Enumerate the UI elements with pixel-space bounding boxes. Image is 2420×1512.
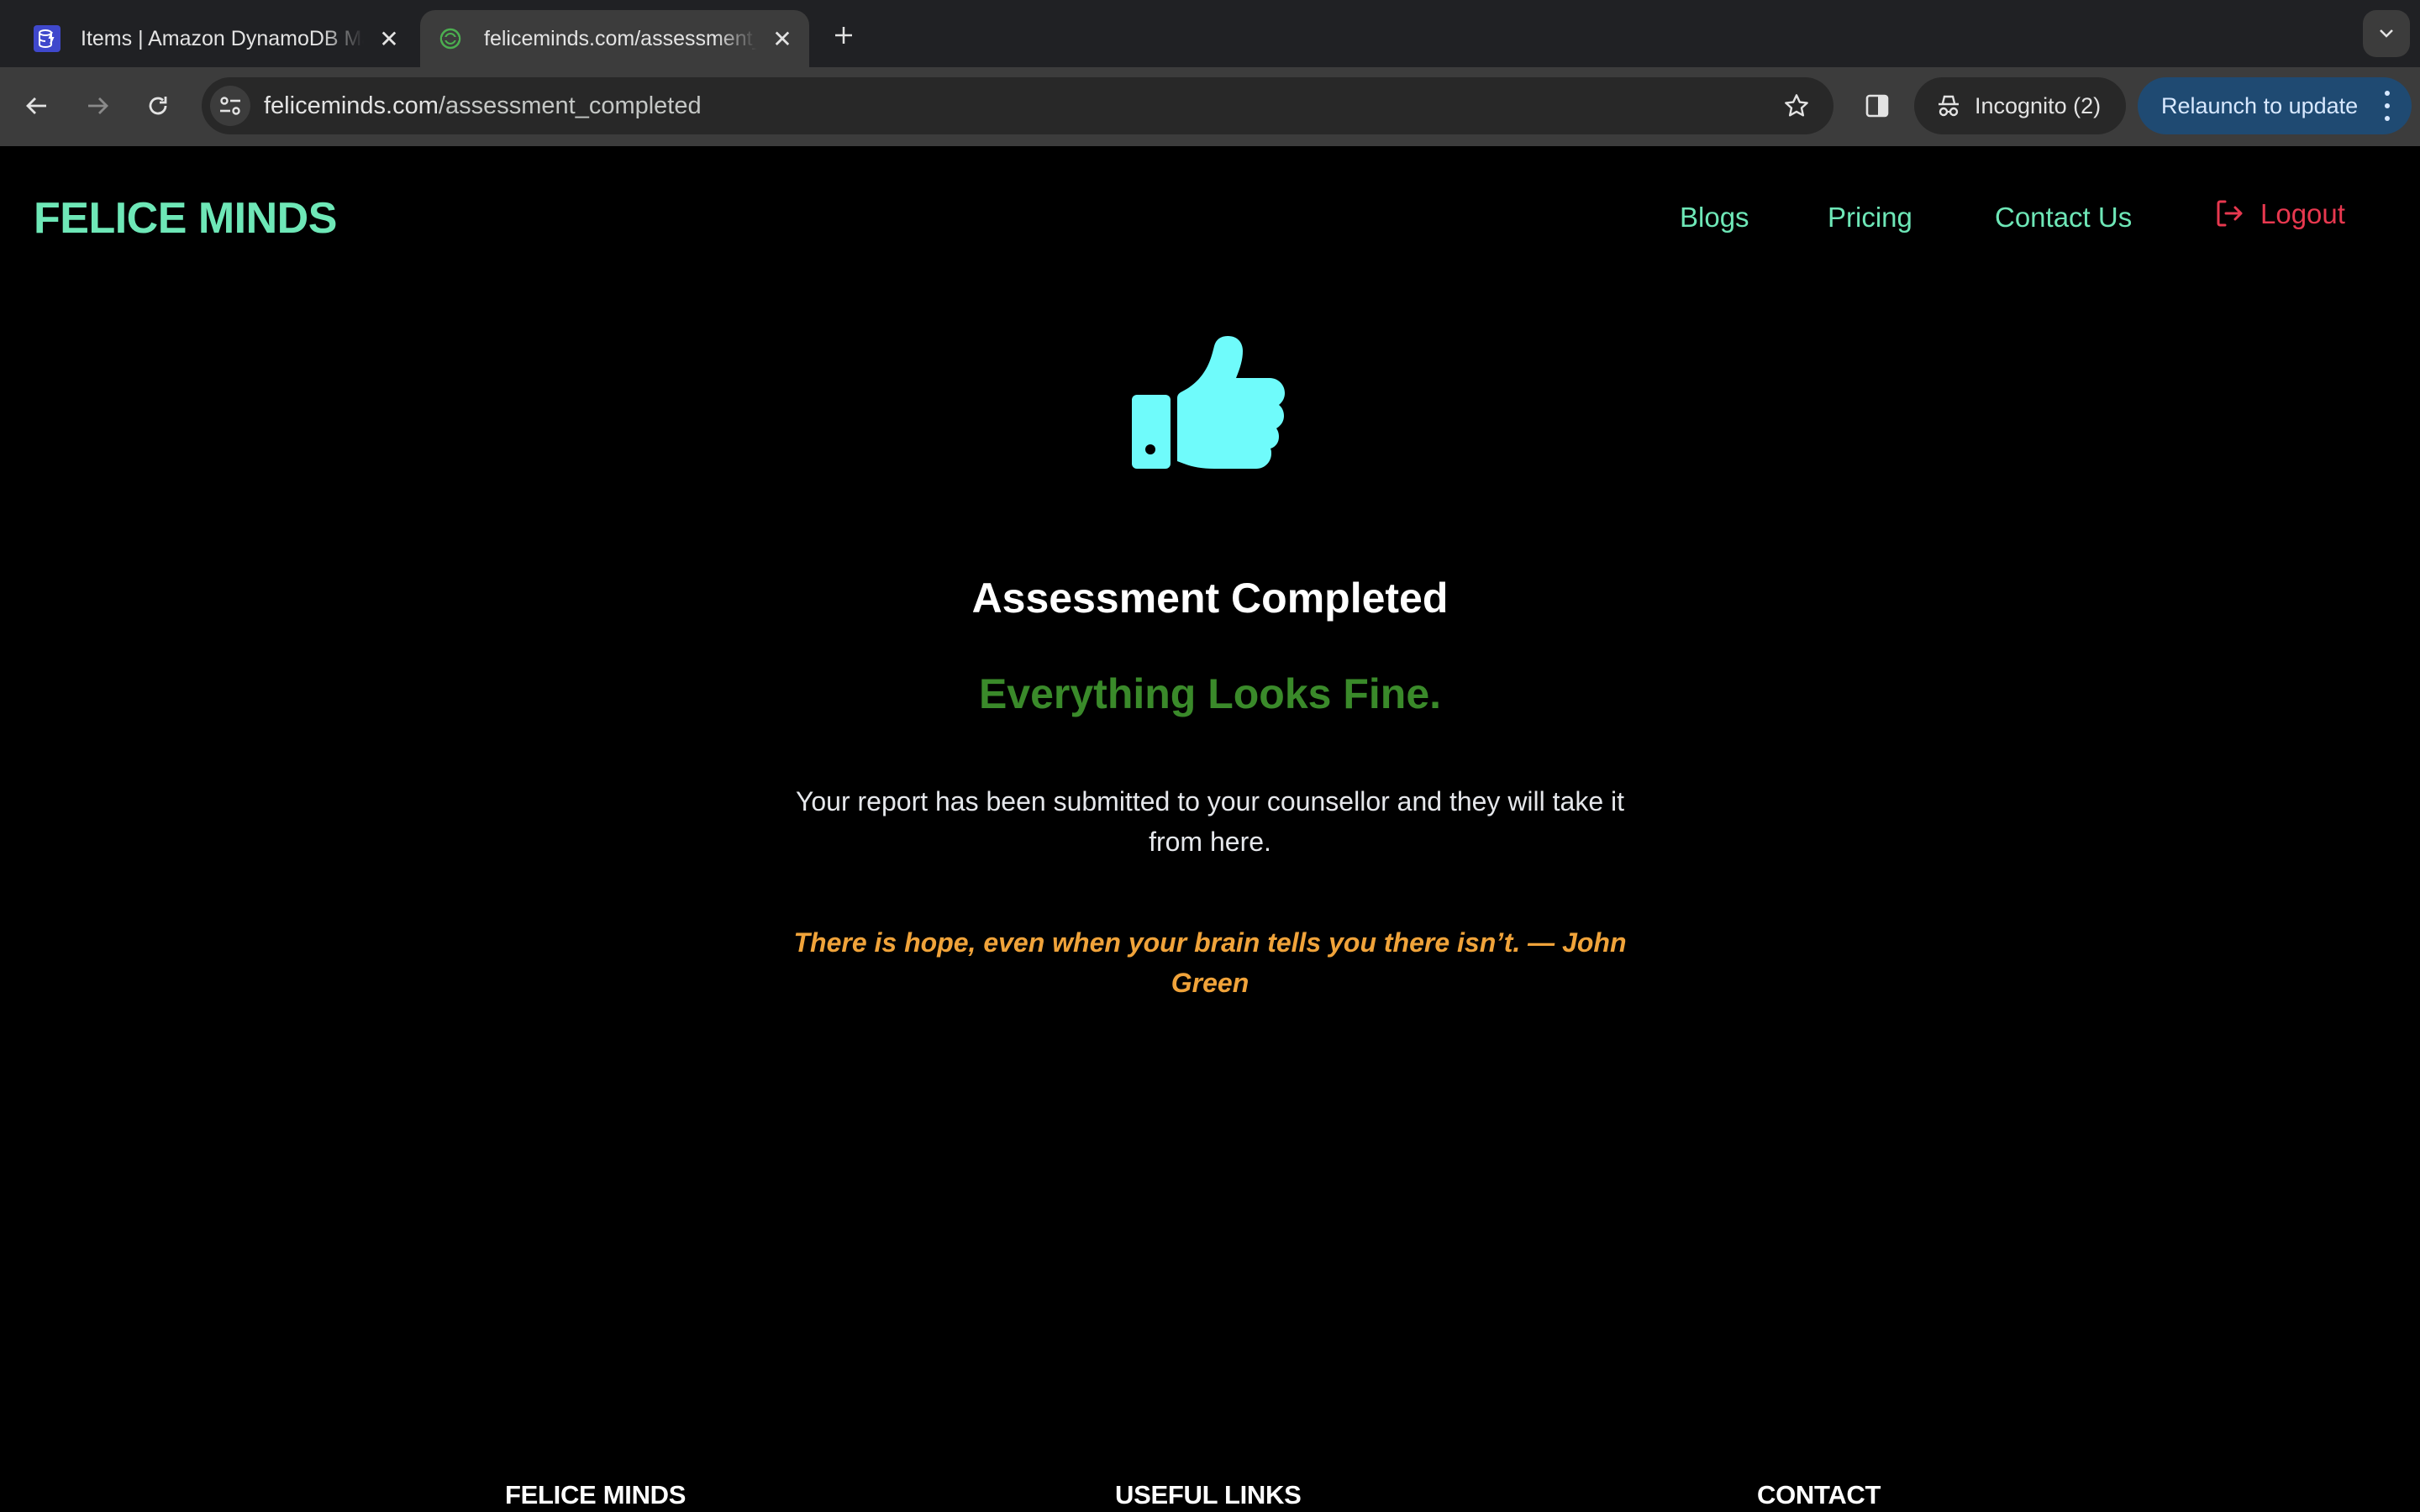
tab-title: Items | Amazon DynamoDB Management Conso…: [81, 26, 364, 50]
chevron-down-icon: [2380, 29, 2393, 38]
browser-toolbar: feliceminds.com/assessment_completed Inc…: [0, 67, 2420, 146]
footer-heading-useful-links: USEFUL LINKS: [1115, 1480, 1302, 1509]
reload-button[interactable]: [138, 86, 178, 126]
logout-button[interactable]: Logout: [2215, 198, 2345, 228]
side-panel-icon: [1865, 94, 1889, 118]
footer-heading-brand: FELICE MINDS: [505, 1480, 687, 1509]
incognito-indicator[interactable]: Incognito (2): [1914, 77, 2126, 134]
star-icon: [1785, 94, 1808, 117]
thumbs-up-icon: [1130, 334, 1285, 482]
tab-title: feliceminds.com/assessment_completed: [484, 26, 757, 50]
plus-icon: [835, 27, 852, 44]
relaunch-label: Relaunch to update: [2161, 92, 2359, 118]
more-vert-icon[interactable]: [2383, 91, 2391, 121]
assessment-status: Everything Looks Fine.: [978, 670, 1442, 717]
browser-tab-strip: Items | Amazon DynamoDB Management Conso…: [0, 0, 2420, 67]
incognito-icon: [1936, 93, 1961, 118]
logout-icon: [2215, 198, 2245, 228]
feliceminds-icon: [437, 25, 464, 52]
submission-message: Your report has been submitted to your c…: [795, 786, 1625, 857]
address-bar[interactable]: feliceminds.com/assessment_completed: [202, 77, 1833, 134]
tab-search-button[interactable]: [2363, 10, 2410, 57]
bookmark-button[interactable]: [1778, 87, 1815, 124]
nav-contact-us[interactable]: Contact Us: [1995, 203, 2132, 231]
browser-tab-dynamodb[interactable]: Items | Amazon DynamoDB Management Conso…: [0, 10, 416, 67]
tune-icon: [220, 97, 240, 115]
arrow-right-icon: [88, 97, 108, 114]
page: FELICE MINDS Blogs Pricing Contact Us Lo…: [0, 146, 2420, 1512]
site-logo[interactable]: FELICE MINDS: [34, 197, 337, 240]
forward-button[interactable]: [77, 86, 118, 126]
site-info-button[interactable]: [210, 86, 250, 126]
new-tab-button[interactable]: [825, 17, 862, 54]
close-tab-icon[interactable]: ✕: [372, 22, 406, 55]
close-tab-icon[interactable]: ✕: [765, 22, 799, 55]
nav-pricing[interactable]: Pricing: [1828, 203, 1912, 231]
inspirational-quote: There is hope, even when your brain tell…: [793, 927, 1627, 998]
relaunch-to-update-button[interactable]: Relaunch to update: [2138, 77, 2412, 134]
logout-label: Logout: [2260, 197, 2345, 229]
reload-icon: [149, 97, 167, 115]
incognito-label: Incognito (2): [1975, 92, 2102, 118]
arrow-left-icon: [26, 97, 46, 114]
browser-tab-feliceminds[interactable]: feliceminds.com/assessment_completed ✕: [420, 10, 809, 67]
page-title: Assessment Completed: [971, 575, 1449, 622]
nav-blogs[interactable]: Blogs: [1680, 203, 1749, 231]
back-button[interactable]: [17, 86, 57, 126]
footer-heading-contact: CONTACT: [1757, 1480, 1881, 1509]
url-path: /assessment_completed: [438, 92, 702, 119]
url-domain: feliceminds.com: [264, 92, 439, 119]
side-panel-button[interactable]: [1857, 86, 1897, 126]
url-text[interactable]: feliceminds.com/assessment_completed: [264, 77, 702, 134]
dynamodb-icon: [34, 25, 60, 52]
